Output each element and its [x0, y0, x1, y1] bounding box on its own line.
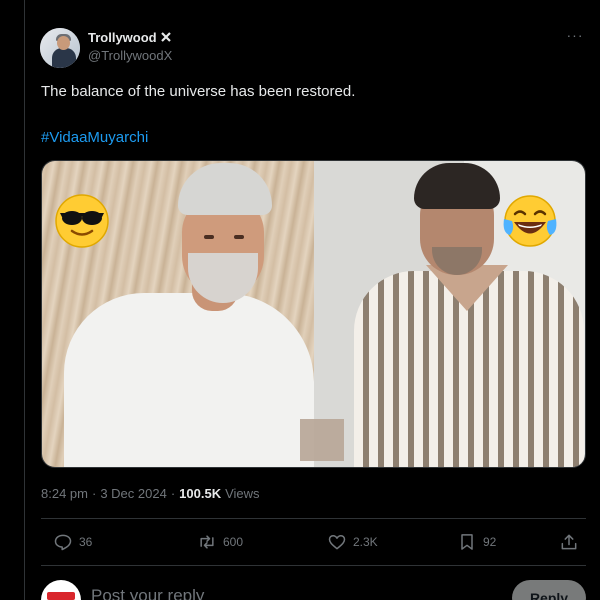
cool-sunglasses-emoji-icon	[55, 194, 109, 248]
censor-blur-block	[300, 419, 344, 461]
bookmark-count: 92	[483, 535, 497, 549]
meta-separator: ·	[91, 486, 97, 501]
like-count: 2.3K	[353, 535, 378, 549]
tweet-time[interactable]: 8:24 pm	[41, 486, 88, 501]
reply-action-button[interactable]: 36	[53, 530, 92, 554]
tweet-date[interactable]: 3 Dec 2024	[100, 486, 167, 501]
repost-action-button[interactable]: 600	[197, 530, 243, 554]
repost-icon	[200, 535, 214, 549]
tears-of-joy-emoji-icon	[503, 195, 557, 247]
views-label: Views	[225, 486, 260, 501]
repost-count: 600	[223, 535, 244, 549]
reply-composer: Post your reply Reply	[41, 578, 586, 600]
reply-button[interactable]: Reply	[512, 580, 586, 600]
tweet-media[interactable]	[41, 160, 586, 468]
meta-separator-2: ·	[170, 486, 176, 501]
heart-icon	[328, 535, 346, 550]
tweet-meta: 8:24 pm · 3 Dec 2024 · 100.5K Views	[41, 486, 260, 501]
author-names: Trollywood @TrollywoodX	[88, 28, 172, 64]
media-left-photo	[42, 161, 314, 467]
bookmark-icon	[461, 534, 473, 550]
reply-count: 36	[79, 535, 93, 549]
author-avatar[interactable]	[40, 28, 80, 68]
more-options-icon[interactable]: ···	[565, 28, 585, 46]
share-action-button[interactable]	[559, 530, 579, 554]
views-count[interactable]: 100.5K	[179, 486, 221, 501]
share-icon	[561, 534, 577, 550]
hashtag-link[interactable]: #VidaaMuyarchi	[41, 129, 148, 146]
tweet-text: The balance of the universe has been res…	[41, 83, 356, 100]
reply-input[interactable]: Post your reply	[91, 586, 204, 600]
tweet-header: Trollywood @TrollywoodX ···	[40, 26, 585, 70]
user-avatar[interactable]	[41, 580, 81, 600]
divider	[41, 518, 586, 519]
divider	[41, 565, 586, 566]
author-handle[interactable]: @TrollywoodX	[88, 48, 172, 63]
like-action-button[interactable]: 2.3K	[327, 530, 378, 554]
bookmark-action-button[interactable]: 92	[457, 530, 496, 554]
x-logo-icon	[160, 32, 171, 42]
author-display-name[interactable]: Trollywood	[88, 28, 172, 46]
timeline-column: Trollywood @TrollywoodX ··· The balance …	[24, 0, 600, 600]
media-right-photo	[314, 161, 585, 467]
tweet-actions: 36 600 2.3K 92	[41, 530, 586, 554]
reply-bubble-icon	[54, 534, 72, 551]
